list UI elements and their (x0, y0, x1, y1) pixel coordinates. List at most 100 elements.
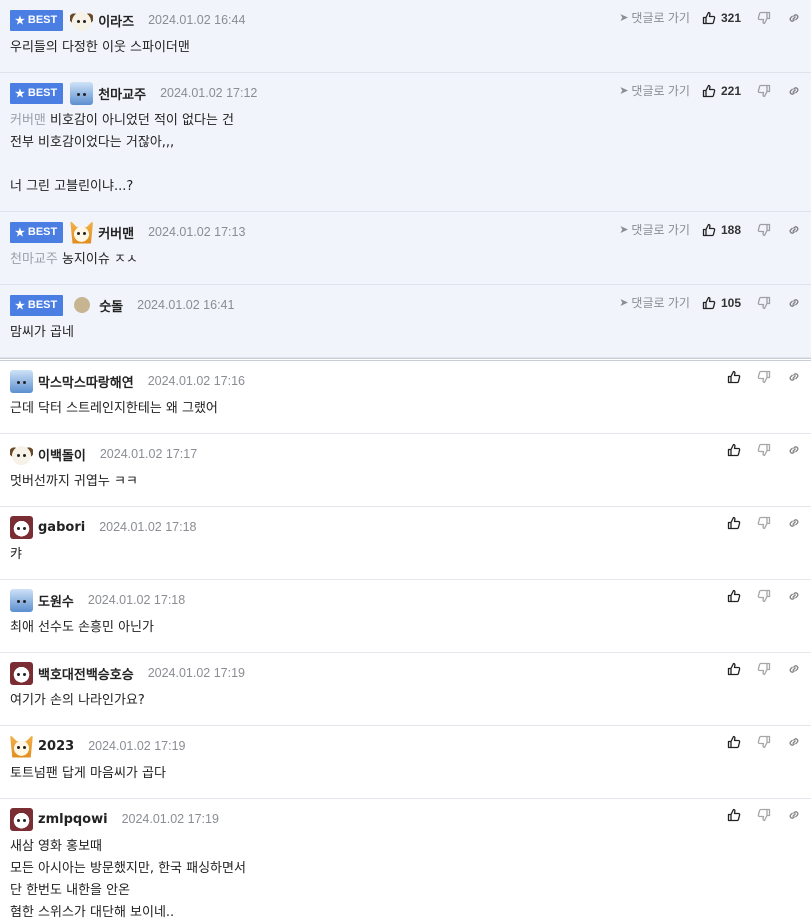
comment-text: 맘씨가 곱네 (10, 325, 74, 340)
thumbs-down-icon[interactable] (757, 223, 771, 237)
link-icon[interactable] (787, 443, 801, 457)
comment-actions: ➤ 댓글로 가기 221 (619, 82, 801, 99)
nickname[interactable]: 숫돌 (99, 296, 123, 315)
send-arrow-icon: ➤ (619, 85, 629, 97)
avatar[interactable] (10, 734, 33, 758)
goto-label: 댓글로 가기 (631, 223, 690, 237)
timestamp: 2024.01.02 16:44 (148, 13, 246, 27)
mention[interactable]: 커버맨 (10, 113, 46, 128)
best-badge: ★ BEST (10, 294, 64, 316)
thumbs-down-icon[interactable] (757, 443, 771, 457)
link-icon[interactable] (787, 84, 801, 98)
comment-header: zmlpqowi 2024.01.02 17:19 (10, 806, 801, 832)
like-button[interactable]: 221 (702, 84, 741, 98)
best-comment: ★ BEST 천마교주 2024.01.02 17:12 ➤ 댓글로 가기 221 커버맨 비… (0, 73, 811, 212)
comment-header: 도원수 2024.01.02 17:18 (10, 587, 801, 613)
avatar[interactable] (10, 369, 33, 393)
goto-comment-link[interactable]: ➤ 댓글로 가기 (619, 82, 690, 99)
comment-header: 2023 2024.01.02 17:19 (10, 733, 801, 759)
like-button[interactable] (727, 808, 741, 822)
like-button[interactable] (727, 735, 741, 749)
comment-text: 여기가 손의 나라인가요? (10, 693, 145, 708)
comment-actions (727, 516, 801, 530)
like-count: 188 (720, 222, 741, 237)
timestamp: 2024.01.02 17:17 (99, 447, 198, 461)
like-button[interactable] (727, 370, 741, 384)
avatar[interactable] (10, 807, 33, 831)
mention[interactable]: 천마교주 (10, 252, 58, 267)
comment-body: 근데 닥터 스트레인지한테는 왜 그랬어 (10, 394, 801, 433)
link-icon[interactable] (787, 370, 801, 384)
like-button[interactable]: 105 (702, 296, 741, 310)
thumbs-down-icon[interactable] (757, 516, 771, 530)
thumbs-down-icon[interactable] (757, 662, 771, 676)
comment-actions: ➤ 댓글로 가기 188 (619, 221, 801, 238)
timestamp: 2024.01.02 17:18 (87, 593, 186, 607)
avatar[interactable] (10, 442, 33, 466)
avatar[interactable] (10, 661, 33, 685)
link-icon[interactable] (787, 808, 801, 822)
thumbs-down-icon[interactable] (757, 84, 771, 98)
avatar[interactable] (10, 588, 33, 612)
like-button[interactable] (727, 589, 741, 603)
comment-list: ★ BEST 이라즈 2024.01.02 16:44 ➤ 댓글로 가기 321 우리들의 다… (0, 0, 811, 921)
thumbs-down-icon[interactable] (757, 589, 771, 603)
goto-comment-link[interactable]: ➤ 댓글로 가기 (619, 221, 690, 238)
thumbs-up-icon (702, 11, 716, 25)
link-icon[interactable] (787, 296, 801, 310)
like-count: 221 (720, 83, 741, 98)
star-icon: ★ (15, 299, 25, 312)
comment-text: 최애 선수도 손흥민 아닌가 (10, 620, 154, 635)
like-button[interactable]: 321 (702, 11, 741, 25)
nickname[interactable]: 백호대전백승호승 (38, 664, 134, 683)
thumbs-up-icon (727, 516, 741, 530)
comment-body: 최애 선수도 손흥민 아닌가 (10, 613, 801, 652)
comment-body: 우리들의 다정한 이웃 스파이더맨 (10, 33, 801, 72)
nickname[interactable]: zmlpqowi (38, 812, 108, 827)
goto-comment-link[interactable]: ➤ 댓글로 가기 (619, 9, 690, 26)
timestamp: 2024.01.02 17:19 (121, 812, 219, 826)
thumbs-down-icon[interactable] (757, 370, 771, 384)
comment-header: 이백돌이 2024.01.02 17:17 (10, 441, 801, 467)
like-button[interactable] (727, 443, 741, 457)
comment-actions (727, 662, 801, 676)
nickname[interactable]: 이백돌이 (38, 445, 86, 464)
avatar[interactable] (70, 81, 94, 105)
like-button[interactable] (727, 516, 741, 530)
link-icon[interactable] (787, 223, 801, 237)
like-button[interactable] (727, 662, 741, 676)
avatar[interactable] (10, 515, 33, 539)
link-icon[interactable] (787, 589, 801, 603)
link-icon[interactable] (787, 662, 801, 676)
nickname[interactable]: 커버맨 (98, 223, 134, 242)
link-icon[interactable] (787, 516, 801, 530)
link-icon[interactable] (787, 735, 801, 749)
thumbs-down-icon[interactable] (757, 11, 771, 25)
nickname[interactable]: 2023 (38, 739, 74, 754)
comment-body: 새삼 영화 홍보때 모든 아시아는 방문했지만, 한국 패싱하면서 단 한번도 … (10, 832, 801, 921)
nickname[interactable]: 이라즈 (98, 11, 134, 30)
avatar[interactable] (70, 8, 94, 32)
thumbs-down-icon[interactable] (757, 296, 771, 310)
comment-text: 우리들의 다정한 이웃 스파이더맨 (10, 40, 190, 55)
thumbs-up-icon (727, 808, 741, 822)
nickname[interactable]: 막스막스따랑해연 (38, 372, 134, 391)
thumbs-up-icon (727, 443, 741, 457)
thumbs-down-icon[interactable] (757, 735, 771, 749)
nickname[interactable]: 도원수 (38, 591, 74, 610)
nickname[interactable]: 천마교주 (98, 84, 146, 103)
best-label: BEST (27, 87, 58, 99)
comment-text: 토트넘팬 답게 마음씨가 곱다 (10, 766, 166, 781)
like-button[interactable]: 188 (702, 223, 741, 237)
thumbs-down-icon[interactable] (757, 808, 771, 822)
link-icon[interactable] (787, 11, 801, 25)
goto-label: 댓글로 가기 (631, 84, 690, 98)
avatar[interactable] (70, 220, 94, 244)
nickname[interactable]: gabori (38, 520, 85, 535)
comment: 2023 2024.01.02 17:19 토트넘팬 답게 마음씨가 곱다 (0, 726, 811, 799)
goto-comment-link[interactable]: ➤ 댓글로 가기 (619, 294, 690, 311)
comment-actions: ➤ 댓글로 가기 321 (619, 9, 801, 26)
avatar[interactable] (74, 297, 91, 313)
comment-body: 천마교주 농지이슈 ㅈㅅ (10, 245, 801, 284)
timestamp: 2024.01.02 17:19 (88, 739, 186, 753)
